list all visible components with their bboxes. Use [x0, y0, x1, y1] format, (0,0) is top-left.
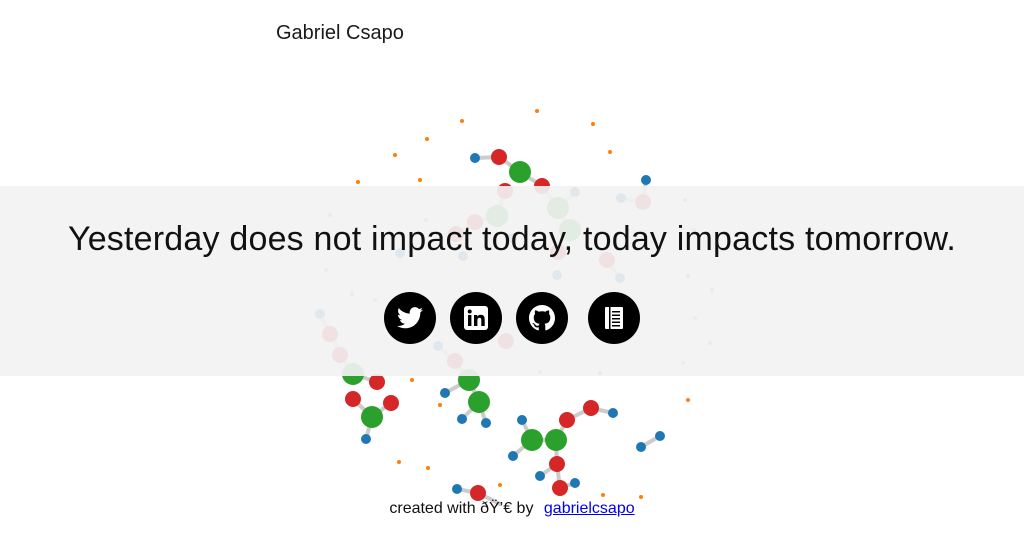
blog-button[interactable]: [588, 292, 640, 344]
social-links: [384, 292, 644, 344]
author-link[interactable]: gabrielcsapo: [544, 500, 635, 517]
github-icon: [529, 305, 555, 331]
linkedin-icon: [464, 306, 488, 330]
site-name: Gabriel Csapo: [276, 22, 404, 44]
footer-credit: created with ðŸ’€ by: [389, 500, 534, 517]
book-icon: [605, 307, 623, 329]
hero-band: [0, 186, 1024, 376]
twitter-button[interactable]: [384, 292, 436, 344]
twitter-icon: [397, 307, 423, 329]
github-button[interactable]: [516, 292, 568, 344]
linkedin-button[interactable]: [450, 292, 502, 344]
footer: created with ðŸ’€ by gabrielcsapo: [0, 500, 1024, 518]
hero-tagline: Yesterday does not impact today, today i…: [67, 220, 957, 258]
